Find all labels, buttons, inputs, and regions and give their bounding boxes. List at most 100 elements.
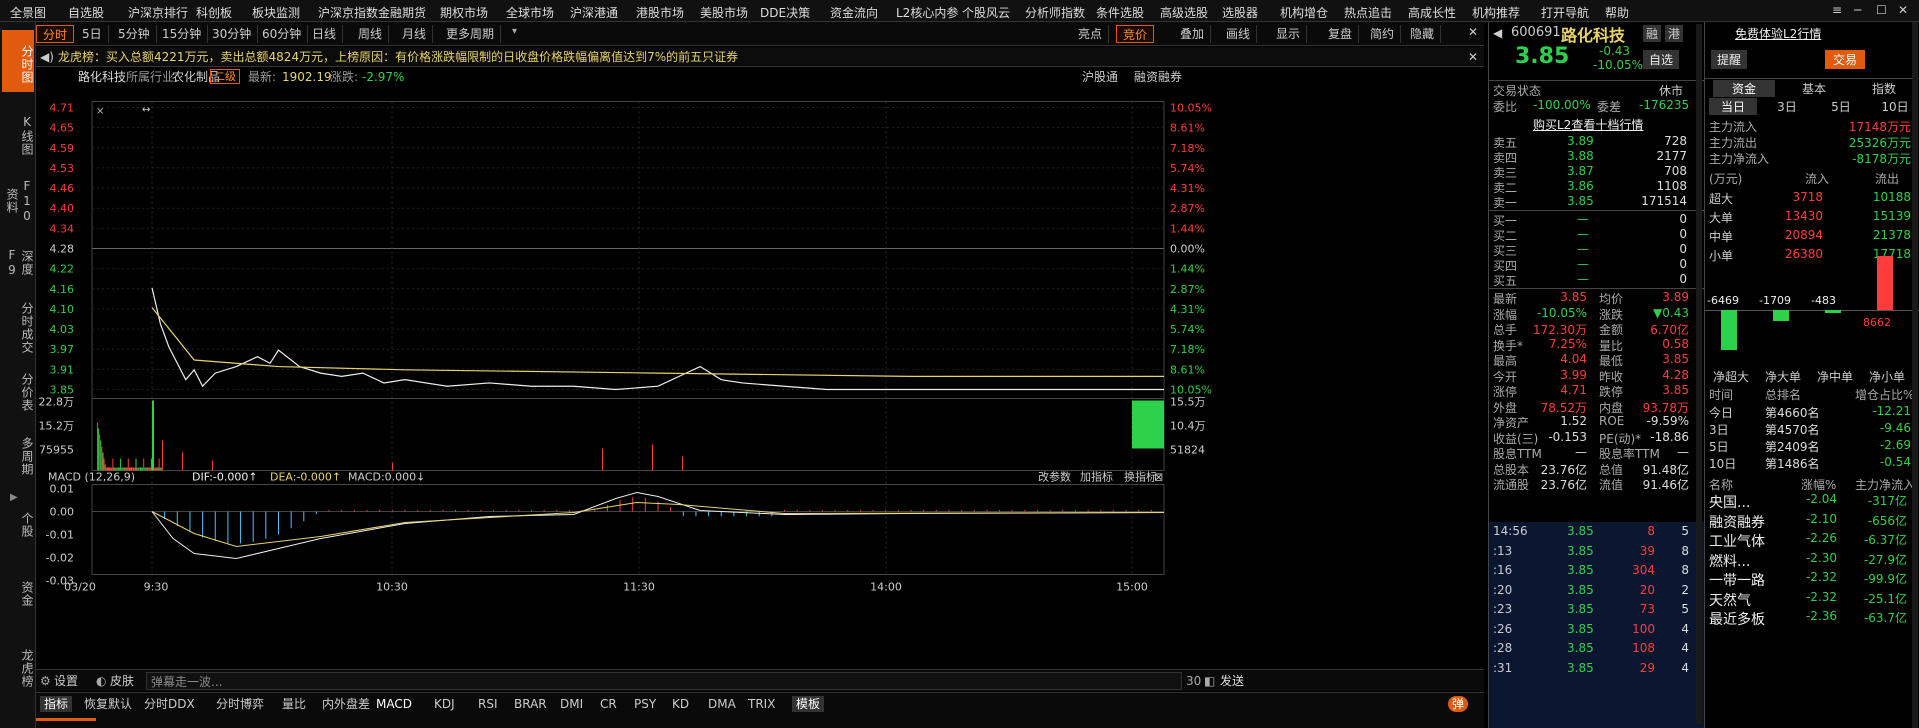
back-arrow-icon[interactable]: ◀ — [1493, 26, 1502, 40]
left-tab-9[interactable]: 龙虎榜 — [2, 632, 34, 698]
skin-button[interactable]: 皮肤 — [110, 670, 134, 692]
tag-hgt[interactable]: 沪股通 — [1082, 67, 1118, 87]
top-menu-3[interactable]: 科创板 — [196, 4, 232, 21]
funds-tab-2[interactable]: 指数 — [1853, 80, 1915, 97]
scrollbar[interactable] — [1696, 24, 1702, 724]
period-tab-0[interactable]: 当日 — [1709, 98, 1757, 115]
settings-button[interactable]: 设置 — [54, 670, 78, 692]
indicator-4[interactable]: 量比 — [282, 693, 306, 715]
top-menu-25[interactable]: 帮助 — [1605, 4, 1629, 21]
top-menu-4[interactable]: 板块监测 — [252, 4, 300, 21]
indicator-15[interactable]: TRIX — [748, 693, 775, 715]
maximize-icon[interactable]: ☐ — [1876, 3, 1887, 17]
period-7[interactable]: 周线 — [352, 25, 390, 43]
sector-name[interactable]: 最近多板 — [1709, 609, 1765, 629]
indicator-2[interactable]: 分时DDX — [144, 693, 195, 715]
period-2[interactable]: 5分钟 — [112, 25, 157, 43]
indicator-1[interactable]: 恢复默认 — [84, 693, 132, 715]
period-tab-1[interactable]: 3日 — [1763, 98, 1811, 115]
left-tab-3[interactable]: 深度F9 — [2, 232, 34, 288]
period-tab-2[interactable]: 5日 — [1817, 98, 1865, 115]
sector-name[interactable]: 一带一路 — [1709, 570, 1765, 590]
sector-name[interactable]: 央国... — [1709, 492, 1750, 512]
top-menu-22[interactable]: 高成长性 — [1408, 4, 1456, 21]
sector-name[interactable]: 融资融券 — [1709, 512, 1765, 532]
top-menu-19[interactable]: 选股器 — [1222, 4, 1258, 21]
gear-icon[interactable]: ⚙ — [40, 670, 51, 692]
tag-rzrq[interactable]: 融资融券 — [1134, 67, 1182, 87]
sector-name[interactable]: 工业气体 — [1709, 531, 1765, 551]
indicator-8[interactable]: RSI — [478, 693, 498, 715]
menu-icon[interactable]: ≡ — [1832, 3, 1842, 17]
top-menu-12[interactable]: DDE决策 — [760, 4, 810, 21]
period-9[interactable]: 更多周期 — [440, 25, 502, 43]
period-0[interactable]: 分时 — [36, 25, 75, 43]
top-menu-21[interactable]: 热点追击 — [1344, 4, 1392, 21]
sector-name[interactable]: 燃料... — [1709, 551, 1750, 571]
close-icon[interactable]: ✕ — [1898, 3, 1908, 17]
collapse-arrow-icon[interactable]: ▶ — [10, 492, 18, 503]
close-icon[interactable]: ✕ — [1468, 47, 1478, 67]
toolbar-right-2[interactable]: 叠加 — [1174, 25, 1212, 43]
top-menu-15[interactable]: 个股风云 — [962, 4, 1010, 21]
indicator-7[interactable]: KDJ — [434, 693, 455, 715]
toolbar-right-7[interactable]: 隐藏 — [1404, 25, 1442, 43]
scrollbar[interactable] — [1912, 22, 1918, 728]
left-tab-5[interactable]: 分价表 — [2, 362, 34, 416]
top-menu-10[interactable]: 港股市场 — [636, 4, 684, 21]
toolbar-right-1[interactable]: 竞价 — [1116, 25, 1155, 43]
left-tab-0[interactable]: 分时图 — [2, 30, 34, 92]
funds-tab-0[interactable]: 资金 — [1713, 80, 1775, 97]
period-6[interactable]: 日线 — [306, 25, 344, 43]
top-menu-9[interactable]: 沪深港通 — [570, 4, 618, 21]
indicator-16[interactable]: 模板 — [792, 696, 825, 712]
trade-button[interactable]: 交易 — [1825, 50, 1866, 69]
skin-icon[interactable]: ◐ — [96, 670, 106, 692]
free-l2-link[interactable]: 免费体验L2行情 — [1735, 25, 1821, 42]
top-menu-13[interactable]: 资金流向 — [830, 4, 878, 21]
minimize-icon[interactable]: ─ — [1854, 3, 1861, 17]
indicator-0[interactable]: 指标 — [40, 696, 73, 712]
add-favorite-button[interactable]: 自选 — [1643, 50, 1680, 69]
left-tab-6[interactable]: 多周期 — [2, 422, 34, 484]
toolbar-right-5[interactable]: 复盘 — [1322, 25, 1360, 43]
period-4[interactable]: 30分钟 — [206, 25, 259, 43]
top-menu-17[interactable]: 条件选股 — [1096, 4, 1144, 21]
toolbar-right-3[interactable]: 画线 — [1220, 25, 1258, 43]
alert-button[interactable]: 提醒 — [1711, 50, 1748, 69]
top-menu-7[interactable]: 期权市场 — [440, 4, 488, 21]
indicator-13[interactable]: KD — [672, 693, 689, 715]
toolbar-close-icon[interactable]: ✕ — [1468, 25, 1478, 39]
more-period-arrow-icon[interactable]: ▾ — [512, 26, 517, 37]
left-tab-4[interactable]: 分时成交 — [2, 294, 34, 356]
toolbar-right-0[interactable]: 亮点 — [1072, 25, 1110, 43]
top-menu-14[interactable]: L2核心内参 — [896, 4, 958, 21]
top-menu-0[interactable]: 全景图 — [10, 4, 46, 21]
indicator-10[interactable]: DMI — [560, 693, 583, 715]
left-tab-2[interactable]: F10资料 — [2, 170, 34, 226]
intraday-chart[interactable]: 4.71 10.05% 4.65 8.61% 4.59 7.18% 4.53 5.74% 4.4… — [36, 87, 1484, 692]
top-menu-5[interactable]: 沪深京指数 — [318, 4, 378, 21]
period-3[interactable]: 15分钟 — [156, 25, 209, 43]
top-menu-8[interactable]: 全球市场 — [506, 4, 554, 21]
indicator-5[interactable]: 内外盘差 — [322, 693, 370, 715]
period-8[interactable]: 月线 — [396, 25, 434, 43]
buy-l2-link[interactable]: 购买L2查看十档行情 — [1533, 116, 1643, 133]
danmu-input[interactable]: 弹幕走一波... — [146, 672, 1182, 690]
send-button[interactable]: 发送 — [1220, 670, 1244, 692]
top-menu-18[interactable]: 高级选股 — [1160, 4, 1208, 21]
top-menu-11[interactable]: 美股市场 — [700, 4, 748, 21]
toolbar-right-6[interactable]: 简约 — [1364, 25, 1402, 43]
indicator-6[interactable]: MACD — [376, 693, 412, 715]
top-menu-6[interactable]: 金融期货 — [378, 4, 426, 21]
toolbar-right-4[interactable]: 显示 — [1270, 25, 1308, 43]
left-tab-1[interactable]: K线图 — [2, 102, 34, 162]
indicator-14[interactable]: DMA — [708, 693, 736, 715]
top-menu-1[interactable]: 自选股 — [68, 4, 104, 21]
top-menu-23[interactable]: 机构推荐 — [1472, 4, 1520, 21]
left-tab-7[interactable]: 个股 — [2, 492, 34, 552]
top-menu-2[interactable]: 沪深京排行 — [128, 4, 188, 21]
period-5[interactable]: 60分钟 — [256, 25, 309, 43]
top-menu-16[interactable]: 分析师指数 — [1025, 4, 1085, 21]
indicator-3[interactable]: 分时博弈 — [216, 693, 264, 715]
